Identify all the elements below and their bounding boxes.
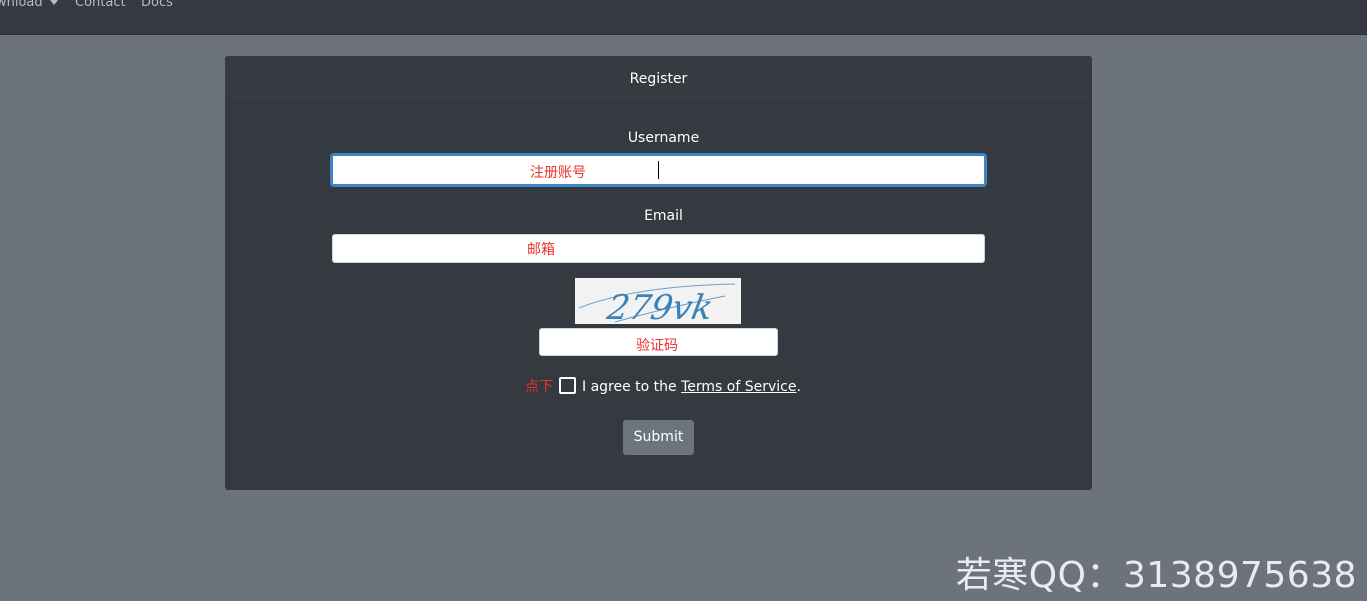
terms-text: I agree to the <box>582 379 682 395</box>
terms-row: 点下 I agree to the Terms of Service. <box>525 376 801 398</box>
terms-period: . <box>796 379 801 395</box>
nav-link-contact[interactable]: Contact <box>75 0 126 10</box>
terms-of-service-link[interactable]: Terms of Service <box>681 379 796 395</box>
text-caret <box>658 161 659 179</box>
email-label: Email <box>644 208 683 224</box>
submit-button[interactable]: Submit <box>623 420 694 455</box>
username-input[interactable]: 注册账号 <box>330 153 987 187</box>
captcha-placeholder: 验证码 <box>636 338 678 354</box>
top-navbar: wnload Contact Docs <box>0 0 1367 35</box>
username-label: Username <box>627 130 700 146</box>
nav-download-label: wnload <box>0 0 43 10</box>
terms-checkbox[interactable] <box>559 377 576 394</box>
username-placeholder: 注册账号 <box>530 165 586 181</box>
terms-hint: 点下 <box>525 379 553 395</box>
nav-link-docs[interactable]: Docs <box>141 0 173 10</box>
watermark: 若寒QQ：3138975638 <box>955 555 1357 596</box>
card-title: Register <box>629 71 688 87</box>
email-input[interactable]: 邮箱 <box>332 234 985 263</box>
captcha-graphic: 279vk <box>578 283 736 328</box>
captcha-input[interactable]: 验证码 <box>539 328 778 356</box>
nav-download-dropdown[interactable]: wnload <box>0 0 58 10</box>
captcha-text: 279vk <box>603 288 716 324</box>
caret-down-icon <box>49 0 58 5</box>
captcha-image[interactable]: 279vk <box>575 278 741 328</box>
card-header: Register <box>225 56 1092 103</box>
email-placeholder: 邮箱 <box>527 242 555 258</box>
register-card: Register Username 注册账号 Email 邮箱 279vk 验证… <box>225 56 1092 490</box>
